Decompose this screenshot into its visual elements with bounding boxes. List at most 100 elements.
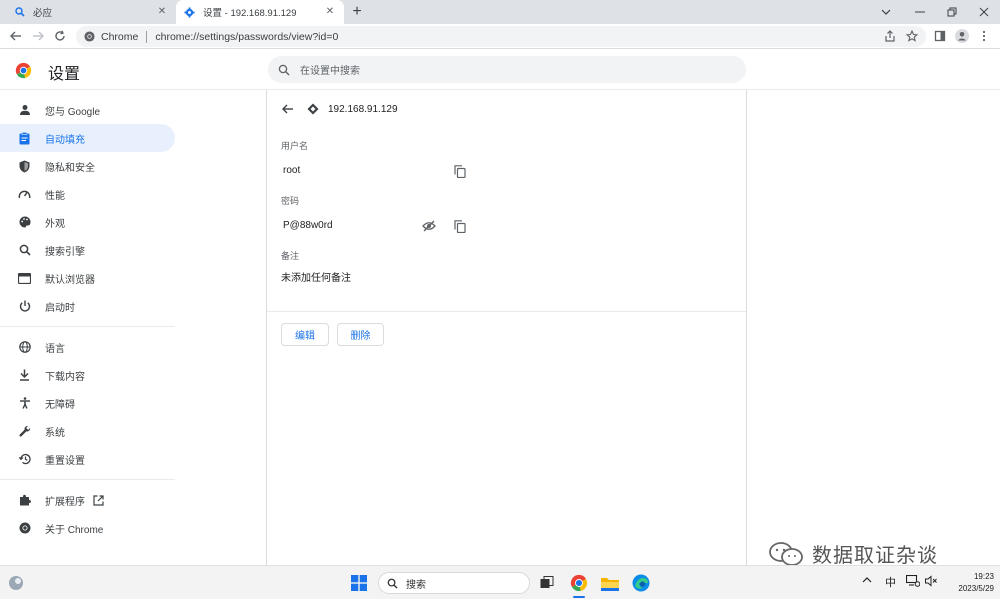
volume-muted-icon[interactable] [925,575,937,590]
sidebar-item-label: 隐私和安全 [45,162,95,174]
password-detail-card: 192.168.91.129 用户名 root 密码 P@88w0rd 备注 未… [267,90,746,565]
sidebar-item-about-chrome[interactable]: 关于 Chrome [0,514,175,542]
sidebar-item-label: 性能 [45,190,65,202]
profile-avatar[interactable] [954,28,970,44]
active-app-indicator [573,596,585,598]
detail-header: 192.168.91.129 [281,102,398,116]
task-view-icon[interactable] [537,573,557,593]
gear-icon [184,6,195,18]
close-tab-icon[interactable]: ✕ [156,6,168,18]
edit-button[interactable]: 编辑 [281,323,329,346]
browser-toolbar: Chrome chrome://settings/passwords/view?… [0,24,1000,49]
ime-indicator[interactable]: 中 [885,574,896,590]
show-hidden-icons-chevron-icon[interactable] [862,575,872,586]
shield-icon [18,160,31,173]
taskbar-chrome-icon[interactable] [569,573,589,593]
minimize-button[interactable] [904,0,936,24]
site-chip[interactable]: Chrome [84,31,138,43]
system-clock[interactable]: 19:23 2023/5/29 [946,571,994,595]
tab-title: 设置 - 192.168.91.129 [203,8,297,19]
open-in-new-icon [93,494,104,506]
address-bar[interactable]: Chrome chrome://settings/passwords/view?… [76,26,926,47]
tab-bing[interactable]: 必应 ✕ [6,0,176,24]
sidebar-item-performance[interactable]: 性能 [0,180,175,208]
close-window-button[interactable] [968,0,1000,24]
sidebar-item-label: 您与 Google [45,106,101,118]
clipboard-icon [18,131,31,145]
username-label: 用户名 [281,141,309,151]
taskbar-search-input[interactable]: 搜索 [378,572,530,594]
sidebar-item-search-engine[interactable]: 搜索引擎 [0,236,175,264]
copy-username-icon[interactable] [452,163,468,179]
bookmark-star-icon[interactable] [904,28,920,44]
windows-taskbar: 搜索 中 19:23 2023/5/29 [0,565,1000,599]
page-title: 设置 [48,66,81,83]
tab-settings[interactable]: 设置 - 192.168.91.129 ✕ [176,0,344,24]
omnibox-separator [146,30,148,43]
sidebar-item-system[interactable]: 系统 [0,417,175,445]
chip-label: Chrome [101,30,139,43]
share-icon[interactable] [882,28,898,44]
sidebar-item-label: 关于 Chrome [45,524,104,536]
sidebar-item-on-startup[interactable]: 启动时 [0,292,175,320]
sidebar-item-accessibility[interactable]: 无障碍 [0,389,175,417]
widgets-icon[interactable] [6,573,26,593]
card-border-right [746,90,747,565]
url-text[interactable]: chrome://settings/passwords/view?id=0 [155,31,338,43]
password-label: 密码 [281,196,300,206]
sidebar-item-label: 语言 [45,343,65,355]
sidebar-divider [0,479,175,480]
sidebar-item-you-and-google[interactable]: 您与 Google [0,96,175,124]
sidebar-item-extensions[interactable]: 扩展程序 [0,486,175,514]
sidebar-item-label: 下载内容 [45,371,85,383]
note-label: 备注 [281,251,300,261]
sidebar-item-label: 默认浏览器 [45,274,95,286]
globe-icon [18,341,31,354]
sidebar-item-reset[interactable]: 重置设置 [0,445,175,473]
sidebar-item-label: 外观 [45,218,65,230]
sidebar-item-autofill[interactable]: 自动填充 [0,124,175,152]
search-icon [278,64,290,76]
search-icon [18,244,31,257]
network-icon[interactable] [905,574,921,590]
back-arrow-icon[interactable] [8,28,24,44]
forward-arrow-icon[interactable] [30,28,46,44]
eye-off-icon[interactable] [421,218,437,234]
sidebar-item-label: 无障碍 [45,399,75,411]
restore-button[interactable] [936,0,968,24]
windows-start-icon[interactable] [349,573,369,593]
username-value: root [283,165,301,176]
wechat-icon [768,541,804,567]
sidebar-item-default-browser[interactable]: 默认浏览器 [0,264,175,292]
tab-search-chevron-icon[interactable] [870,0,902,24]
back-arrow-icon[interactable] [281,102,295,116]
file-explorer-icon[interactable] [600,573,620,593]
tab-title: 必应 [33,8,53,19]
reload-icon[interactable] [52,28,68,44]
clock-time: 19:23 [973,572,994,581]
settings-header: 设置 在设置中搜索 [0,50,1000,90]
sidebar-item-privacy[interactable]: 隐私和安全 [0,152,175,180]
settings-search-input[interactable]: 在设置中搜索 [268,56,746,83]
more-menu-icon[interactable] [976,28,992,44]
sidebar-item-appearance[interactable]: 外观 [0,208,175,236]
tab-strip: 必应 ✕ 设置 - 192.168.91.129 ✕ + [0,0,1000,24]
chrome-icon [18,522,31,535]
wrench-icon [18,425,31,438]
edge-browser-icon[interactable] [631,573,651,593]
new-tab-button[interactable]: + [348,3,366,21]
search-icon [387,578,398,589]
delete-button[interactable]: 删除 [337,323,384,346]
sidebar-item-downloads[interactable]: 下载内容 [0,361,175,389]
clock-date: 2023/5/29 [958,584,994,593]
sidebar-item-label: 启动时 [45,302,75,314]
palette-icon [18,216,31,229]
site-favicon-icon [307,103,319,115]
taskbar-search-label: 搜索 [406,579,426,591]
copy-password-icon[interactable] [452,218,468,234]
side-panel-icon[interactable] [932,28,948,44]
restore-icon [18,453,31,466]
card-divider [267,311,746,312]
sidebar-item-languages[interactable]: 语言 [0,333,175,361]
close-tab-icon[interactable]: ✕ [324,6,336,18]
